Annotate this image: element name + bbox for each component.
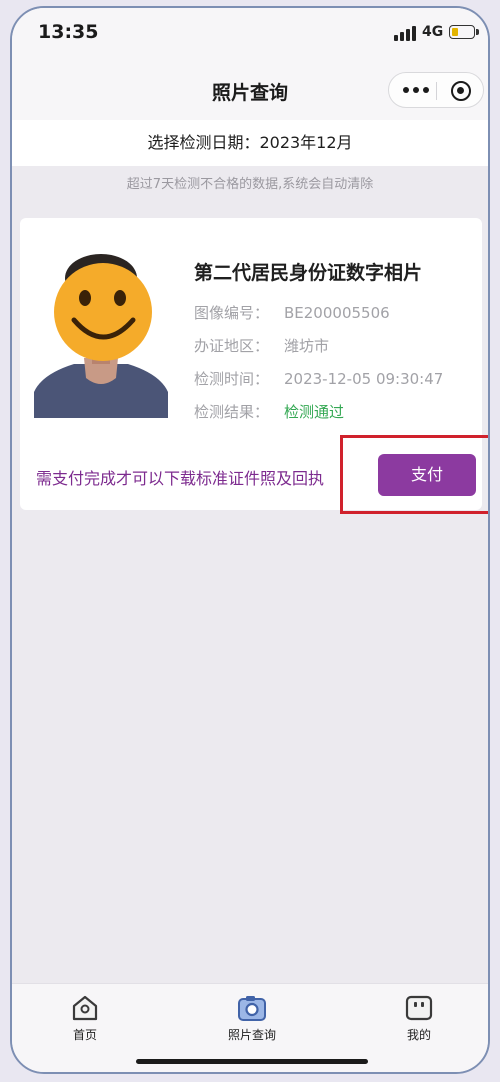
battery-tip <box>476 29 479 35</box>
tab-bar: 首页 照片查询 我的 <box>12 983 488 1072</box>
tab-photo-query-label: 照片查询 <box>227 1028 276 1042</box>
date-selector-label: 选择检测日期： <box>147 133 260 152</box>
info-row-result: 检测结果： 检测通过 <box>194 401 344 422</box>
profile-icon <box>405 995 433 1021</box>
pay-notice: 需支付完成才可以下载标准证件照及回执 <box>36 469 325 488</box>
photo-record-card: 第二代居民身份证数字相片 图像编号： BE200005506 办证地区： 潍坊市 检… <box>20 218 488 514</box>
signal-icon <box>394 25 418 41</box>
miniprogram-close-icon[interactable] <box>451 81 471 101</box>
cleanup-notice: 超过7天检测不合格的数据,系统会自动清除 <box>126 177 374 192</box>
tab-home[interactable]: 首页 <box>35 994 135 1043</box>
date-selector-value: 2023年12月 <box>259 133 353 152</box>
more-dots-icon[interactable] <box>403 87 429 95</box>
home-icon <box>72 995 98 1021</box>
id-photo-thumbnail <box>34 242 168 418</box>
info-value: 潍坊市 <box>284 337 330 355</box>
info-row-image-id: 图像编号： BE200005506 <box>194 302 390 323</box>
tab-photo-query[interactable]: 照片查询 <box>202 994 302 1043</box>
tab-home-label: 首页 <box>72 1028 97 1042</box>
nav-bar: 照片查询 <box>12 58 488 120</box>
info-value: 2023-12-05 09:30:47 <box>284 370 444 388</box>
info-label: 检测时间： <box>194 370 270 388</box>
battery-icon <box>449 25 475 39</box>
smiley-face-icon <box>54 263 152 361</box>
record-title: 第二代居民身份证数字相片 <box>194 262 423 284</box>
battery-level <box>452 28 458 36</box>
miniprogram-capsule <box>388 72 484 108</box>
result-status: 检测通过 <box>284 403 345 421</box>
capsule-divider <box>436 82 437 100</box>
status-bar: 13:35 4G <box>12 8 488 58</box>
info-row-time: 检测时间： 2023-12-05 09:30:47 <box>194 368 443 389</box>
highlight-annotation <box>340 435 488 514</box>
tab-profile-label: 我的 <box>406 1028 431 1042</box>
camera-icon <box>238 996 266 1021</box>
tab-profile[interactable]: 我的 <box>369 994 469 1043</box>
info-row-region: 办证地区： 潍坊市 <box>194 335 329 356</box>
phone-screen: 13:35 4G 照片查询 选择检测日期：2023年12月 超过7天检测不合格的… <box>10 6 490 1074</box>
info-label: 图像编号： <box>194 304 270 322</box>
home-indicator[interactable] <box>136 1059 368 1064</box>
network-type: 4G <box>422 24 444 40</box>
info-value: BE200005506 <box>284 304 390 322</box>
status-time: 13:35 <box>38 21 99 43</box>
info-label: 办证地区： <box>194 337 270 355</box>
person-photo-icon <box>34 254 168 418</box>
info-label: 检测结果： <box>194 403 270 421</box>
date-selector[interactable]: 选择检测日期：2023年12月 <box>12 120 488 166</box>
